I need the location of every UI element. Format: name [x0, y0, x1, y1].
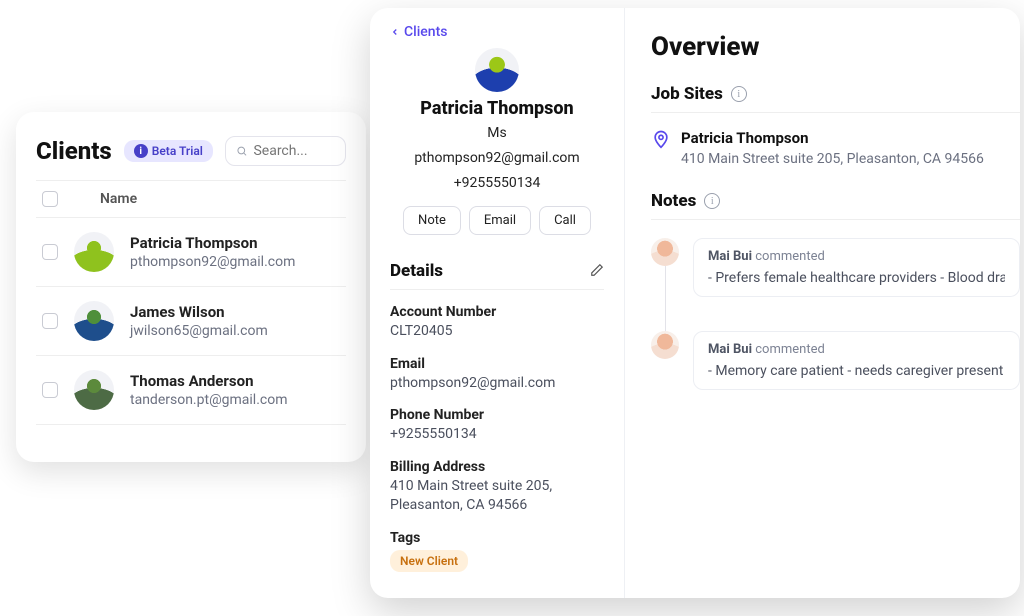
pin-icon — [651, 129, 671, 149]
overview-title: Overview — [651, 32, 1020, 62]
email-button[interactable]: Email — [469, 206, 531, 235]
note-body: - Memory care patient - needs caregiver … — [708, 363, 1005, 379]
client-phone: +9255550134 — [390, 173, 604, 194]
note-meta: Mai Bui commented — [708, 249, 1005, 264]
client-detail-card: Clients Patricia Thompson Ms pthompson92… — [370, 8, 1020, 598]
tag-new-client[interactable]: New Client — [390, 550, 468, 572]
chevron-left-icon — [390, 27, 400, 37]
note-body: - Prefers female healthcare providers - … — [708, 270, 1005, 286]
info-icon: i — [134, 144, 148, 158]
notes-title: Notes — [651, 191, 696, 211]
notes-thread: Mai Bui commented - Prefers female health… — [651, 238, 1020, 390]
phone-value: +9255550134 — [390, 425, 604, 445]
list-header: Clients i Beta Trial — [36, 136, 346, 166]
jobsites-title: Job Sites — [651, 84, 723, 104]
profile-block: Patricia Thompson Ms pthompson92@gmail.c… — [390, 48, 604, 235]
client-row-name: Thomas Anderson — [130, 372, 287, 390]
row-text: James Wilson jwilson65@gmail.com — [130, 303, 268, 339]
client-row-name: James Wilson — [130, 303, 268, 321]
jobsite-name: Patricia Thompson — [681, 129, 984, 147]
name-column-header: Name — [100, 191, 137, 207]
jobsite-row[interactable]: Patricia Thompson 410 Main Street suite … — [651, 129, 1020, 167]
select-all-checkbox[interactable] — [42, 191, 58, 207]
billing-address-label: Billing Address — [390, 459, 604, 475]
account-number-label: Account Number — [390, 304, 604, 320]
note-meta: Mai Bui commented — [708, 342, 1005, 357]
billing-address-field: Billing Address 410 Main Street suite 20… — [390, 459, 604, 516]
jobsites-header: Job Sites i — [651, 84, 1020, 113]
action-buttons: Note Email Call — [390, 206, 604, 235]
search-input-wrap[interactable] — [225, 136, 346, 166]
tags-field: Tags New Client — [390, 530, 604, 572]
email-field: Email pthompson92@gmail.com — [390, 356, 604, 394]
avatar — [74, 301, 114, 341]
note-card: Mai Bui commented - Prefers female health… — [693, 238, 1020, 297]
note-button[interactable]: Note — [403, 206, 461, 235]
info-icon[interactable]: i — [704, 193, 720, 209]
edit-details-button[interactable] — [590, 262, 604, 281]
client-row[interactable]: James Wilson jwilson65@gmail.com — [36, 287, 346, 356]
avatar — [651, 331, 679, 359]
email-value: pthompson92@gmail.com — [390, 374, 604, 394]
note-item[interactable]: Mai Bui commented - Memory care patient -… — [651, 331, 1020, 390]
info-icon[interactable]: i — [731, 86, 747, 102]
client-row-email: pthompson92@gmail.com — [130, 254, 295, 270]
phone-label: Phone Number — [390, 407, 604, 423]
client-honorific: Ms — [390, 123, 604, 144]
client-row[interactable]: Patricia Thompson pthompson92@gmail.com — [36, 218, 346, 287]
row-text: Thomas Anderson tanderson.pt@gmail.com — [130, 372, 287, 408]
tags-label: Tags — [390, 530, 604, 546]
client-row[interactable]: Thomas Anderson tanderson.pt@gmail.com — [36, 356, 346, 425]
row-text: Patricia Thompson pthompson92@gmail.com — [130, 234, 295, 270]
back-label: Clients — [404, 24, 447, 40]
page-title: Clients — [36, 137, 112, 165]
call-button[interactable]: Call — [539, 206, 591, 235]
phone-field: Phone Number +9255550134 — [390, 407, 604, 445]
table-header: Name — [36, 180, 346, 218]
billing-address-value: 410 Main Street suite 205, Pleasanton, C… — [390, 477, 604, 516]
row-checkbox[interactable] — [42, 244, 58, 260]
client-row-name: Patricia Thompson — [130, 234, 295, 252]
client-row-email: jwilson65@gmail.com — [130, 323, 268, 339]
jobsite-address: 410 Main Street suite 205, Pleasanton, C… — [681, 151, 984, 167]
avatar — [651, 238, 679, 266]
search-icon — [236, 144, 248, 158]
jobsite-text: Patricia Thompson 410 Main Street suite … — [681, 129, 984, 167]
client-email: pthompson92@gmail.com — [390, 148, 604, 169]
note-card: Mai Bui commented - Memory care patient -… — [693, 331, 1020, 390]
pencil-icon — [590, 263, 604, 277]
row-checkbox[interactable] — [42, 313, 58, 329]
avatar — [74, 232, 114, 272]
note-item[interactable]: Mai Bui commented - Prefers female health… — [651, 238, 1020, 297]
detail-right-panel: Overview Job Sites i Patricia Thompson 4… — [625, 8, 1020, 598]
notes-header: Notes i — [651, 191, 1020, 220]
beta-trial-label: Beta Trial — [152, 144, 203, 158]
row-checkbox[interactable] — [42, 382, 58, 398]
search-input[interactable] — [253, 143, 335, 159]
avatar — [74, 370, 114, 410]
client-name: Patricia Thompson — [390, 98, 604, 119]
account-number-field: Account Number CLT20405 — [390, 304, 604, 342]
email-label: Email — [390, 356, 604, 372]
clients-list-card: Clients i Beta Trial Name Patricia Thomp… — [16, 112, 366, 462]
client-row-email: tanderson.pt@gmail.com — [130, 392, 287, 408]
back-to-clients-link[interactable]: Clients — [390, 24, 604, 40]
account-number-value: CLT20405 — [390, 322, 604, 342]
beta-trial-badge[interactable]: i Beta Trial — [124, 140, 213, 162]
details-title: Details — [390, 261, 443, 281]
details-header: Details — [390, 261, 604, 290]
avatar — [475, 48, 519, 92]
detail-left-panel: Clients Patricia Thompson Ms pthompson92… — [370, 8, 625, 598]
